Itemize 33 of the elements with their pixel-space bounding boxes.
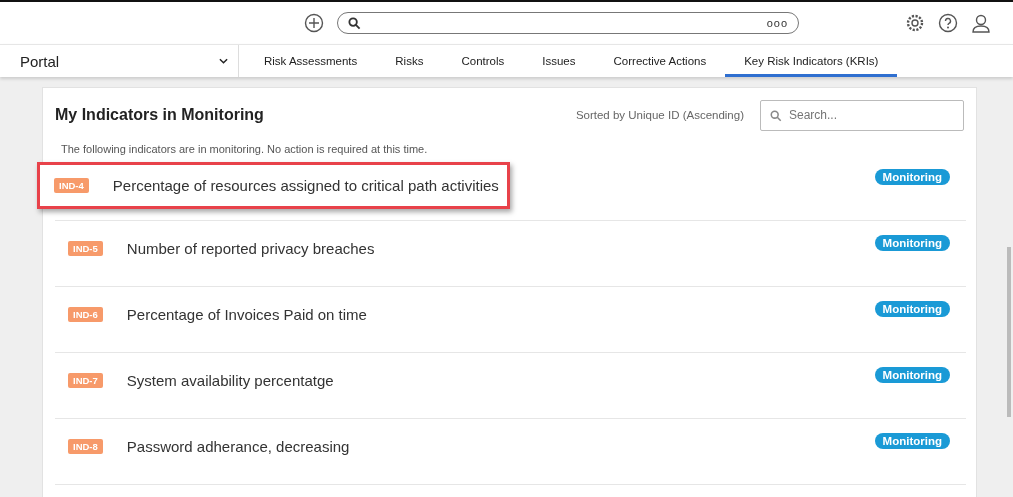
indicator-name[interactable]: Percentage of Invoices Paid on time xyxy=(126,306,367,323)
indicator-name[interactable]: Number of reported privacy breaches xyxy=(126,240,375,257)
id-badge: IND-4 xyxy=(54,178,89,193)
info-text: The following indicators are in monitoring. No action is required at this time. xyxy=(60,142,429,155)
id-badge: IND-6 xyxy=(68,307,103,322)
indicator-name[interactable]: System availability percentatge xyxy=(126,372,334,389)
add-icon[interactable] xyxy=(304,13,324,33)
more-options-button[interactable]: ooo xyxy=(766,17,788,29)
nav-tab[interactable]: Controls xyxy=(442,45,524,77)
status-badge: Monitoring xyxy=(874,300,950,317)
nav-tab[interactable]: Risk Assessments xyxy=(245,45,377,77)
indicator-name[interactable]: Percentage of resources assigned to critical path activities xyxy=(112,177,499,194)
indicator-name[interactable]: Password adherance, decreasing xyxy=(126,438,350,455)
user-icon[interactable] xyxy=(971,13,991,33)
help-icon[interactable] xyxy=(938,13,958,33)
search-icon xyxy=(348,16,361,30)
id-badge: IND-5 xyxy=(68,241,103,256)
status-badge: Monitoring xyxy=(874,366,950,383)
nav-tab[interactable]: Issues xyxy=(523,45,595,77)
id-badge: IND-7 xyxy=(68,373,103,388)
settings-icon[interactable] xyxy=(905,13,925,33)
status-badge: Monitoring xyxy=(874,432,950,449)
id-badge: IND-8 xyxy=(68,439,103,454)
status-badge: Monitoring xyxy=(874,168,950,185)
search-field[interactable]: Search... xyxy=(760,99,964,131)
status-badge: Monitoring xyxy=(874,234,950,251)
chevron-down-icon xyxy=(219,58,228,64)
nav-tab[interactable]: Risks xyxy=(376,45,443,77)
nav-tab[interactable]: Corrective Actions xyxy=(594,45,726,77)
sort-label: Sorted by Unique ID (Ascending) xyxy=(575,109,744,121)
scrollbar[interactable] xyxy=(1007,247,1011,417)
card-title: My Indicators in Monitoring xyxy=(55,106,265,124)
search-icon xyxy=(770,109,782,122)
